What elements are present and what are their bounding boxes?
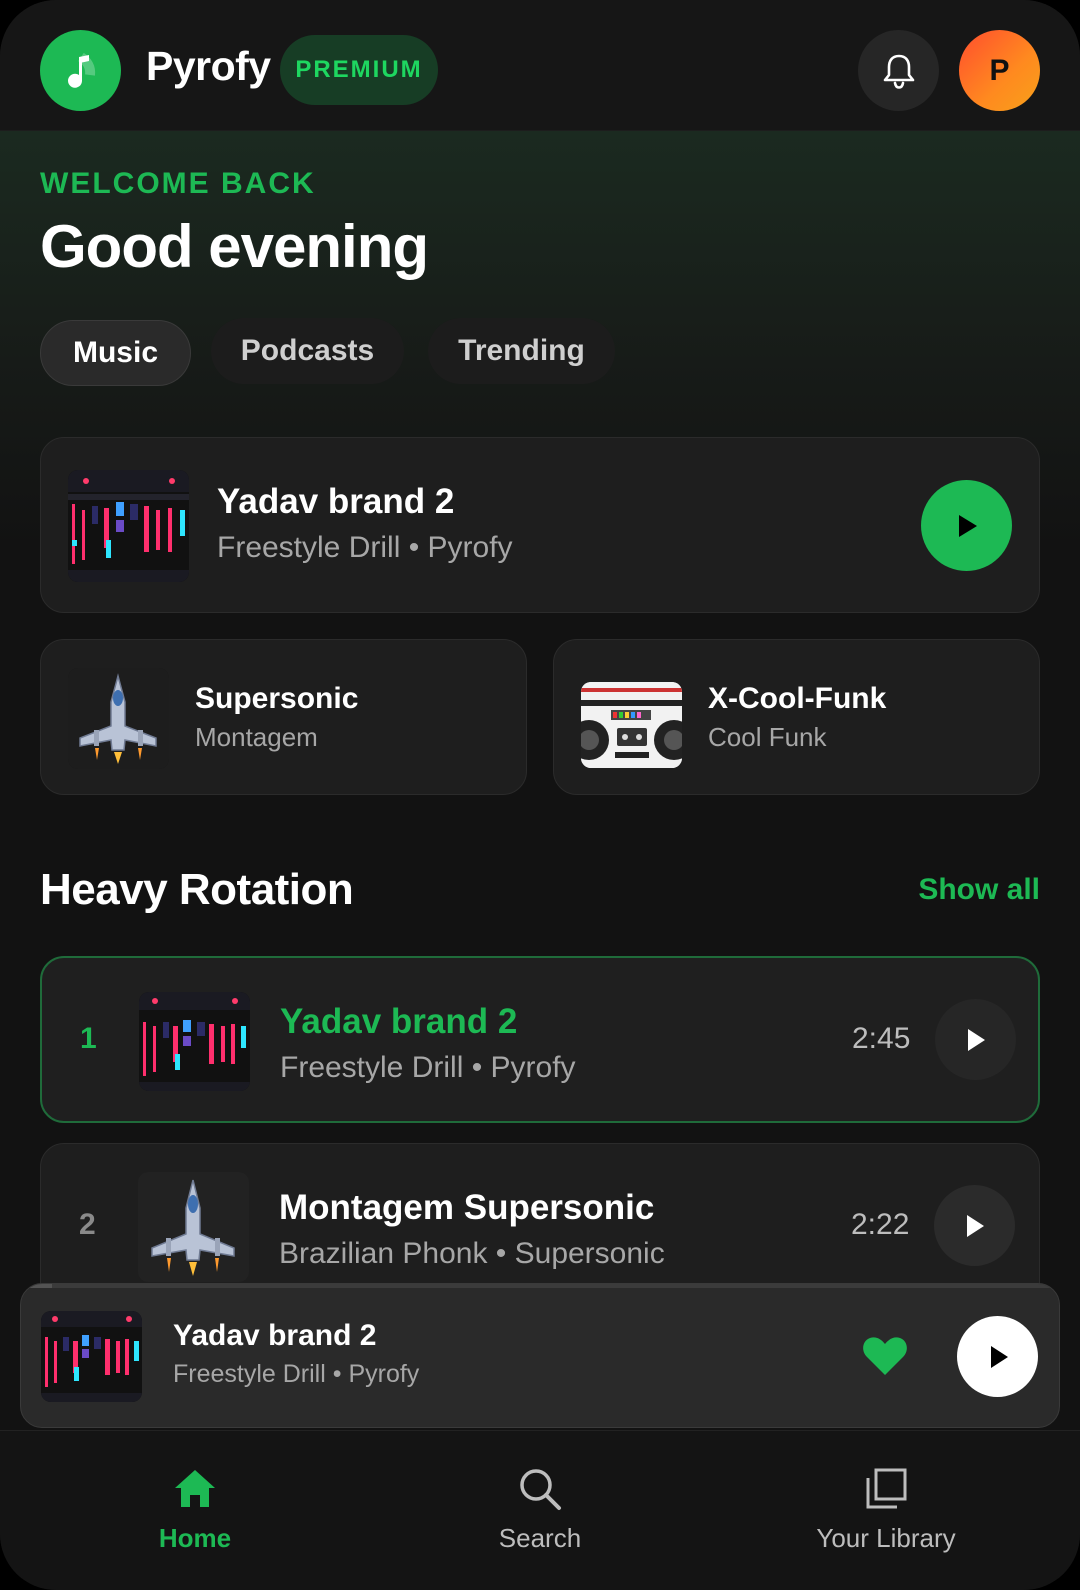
featured-play-button[interactable] bbox=[921, 480, 1012, 571]
play-icon bbox=[958, 514, 977, 537]
show-all-link[interactable]: Show all bbox=[918, 873, 1040, 907]
nav-home[interactable]: Home bbox=[15, 1431, 375, 1590]
bell-icon bbox=[883, 54, 914, 89]
play-icon bbox=[990, 1345, 1008, 1368]
track-title: Montagem Supersonic bbox=[279, 1188, 655, 1227]
home-icon bbox=[175, 1470, 215, 1507]
jet-art bbox=[68, 668, 169, 769]
featured-subtitle: Freestyle Drill • Pyrofy bbox=[217, 531, 513, 564]
now-playing-title: Yadav brand 2 bbox=[173, 1319, 377, 1352]
play-icon bbox=[966, 1214, 984, 1237]
track-subtitle: Brazilian Phonk • Supersonic bbox=[279, 1237, 665, 1270]
app-screen: Pyrofy PREMIUM P WELCOME BACK Good eveni… bbox=[0, 0, 1080, 1590]
heart-icon bbox=[863, 1337, 907, 1375]
mixer-art bbox=[41, 1311, 142, 1402]
playback-progress-track[interactable] bbox=[21, 1284, 1059, 1288]
greeting-title: Good evening bbox=[40, 213, 429, 280]
nav-library[interactable]: Your Library bbox=[706, 1431, 1066, 1590]
nav-label: Your Library bbox=[816, 1523, 956, 1553]
notifications-button[interactable] bbox=[858, 30, 939, 111]
quick-pick-card[interactable]: Supersonic Montagem bbox=[40, 639, 527, 795]
track-row-active[interactable]: 1 Yadav brand 2 Freestyle Drill • Pyrofy… bbox=[40, 956, 1040, 1123]
featured-title: Yadav brand 2 bbox=[217, 482, 455, 521]
track-play-button[interactable] bbox=[935, 999, 1016, 1080]
quick-pick-title: Supersonic bbox=[195, 682, 359, 715]
section-title: Heavy Rotation bbox=[40, 865, 354, 914]
featured-track-card[interactable]: Yadav brand 2 Freestyle Drill • Pyrofy bbox=[40, 437, 1040, 613]
quick-pick-title: X-Cool-Funk bbox=[708, 682, 887, 715]
welcome-eyebrow: WELCOME BACK bbox=[40, 167, 316, 200]
track-rank: 1 bbox=[80, 1022, 97, 1055]
quick-pick-subtitle: Cool Funk bbox=[708, 722, 827, 752]
play-icon bbox=[967, 1028, 985, 1051]
boombox-art bbox=[581, 682, 682, 768]
app-name: Pyrofy bbox=[146, 43, 271, 89]
mini-player[interactable]: Yadav brand 2 Freestyle Drill • Pyrofy bbox=[20, 1283, 1060, 1428]
playback-progress-fill bbox=[21, 1284, 53, 1288]
track-rank: 2 bbox=[79, 1208, 96, 1241]
tab-podcasts[interactable]: Podcasts bbox=[211, 318, 404, 384]
mixer-art bbox=[68, 470, 189, 582]
tab-music[interactable]: Music bbox=[40, 320, 191, 386]
nav-label: Search bbox=[498, 1523, 582, 1553]
app-logo[interactable] bbox=[40, 30, 121, 111]
premium-badge: PREMIUM bbox=[280, 35, 438, 105]
top-bar: Pyrofy PREMIUM P bbox=[0, 0, 1080, 131]
nav-search[interactable]: Search bbox=[360, 1431, 720, 1590]
search-icon bbox=[520, 1469, 561, 1510]
profile-avatar[interactable]: P bbox=[959, 30, 1040, 111]
jet-art bbox=[138, 1172, 249, 1282]
tab-trending[interactable]: Trending bbox=[428, 318, 615, 384]
mixer-art bbox=[139, 992, 250, 1091]
like-button[interactable] bbox=[861, 1333, 909, 1377]
library-icon bbox=[866, 1468, 907, 1509]
quick-pick-subtitle: Montagem bbox=[195, 722, 318, 752]
track-subtitle: Freestyle Drill • Pyrofy bbox=[280, 1051, 576, 1084]
quick-pick-card[interactable]: X-Cool-Funk Cool Funk bbox=[553, 639, 1040, 795]
mini-play-button[interactable] bbox=[957, 1316, 1038, 1397]
track-duration: 2:45 bbox=[852, 1022, 911, 1055]
bottom-nav: Home Search Your Library bbox=[0, 1430, 1080, 1590]
music-note-icon bbox=[67, 52, 95, 88]
track-play-button[interactable] bbox=[934, 1185, 1015, 1266]
track-title: Yadav brand 2 bbox=[280, 1002, 518, 1041]
nav-label: Home bbox=[158, 1523, 232, 1553]
now-playing-subtitle: Freestyle Drill • Pyrofy bbox=[173, 1360, 420, 1388]
track-duration: 2:22 bbox=[851, 1208, 910, 1241]
